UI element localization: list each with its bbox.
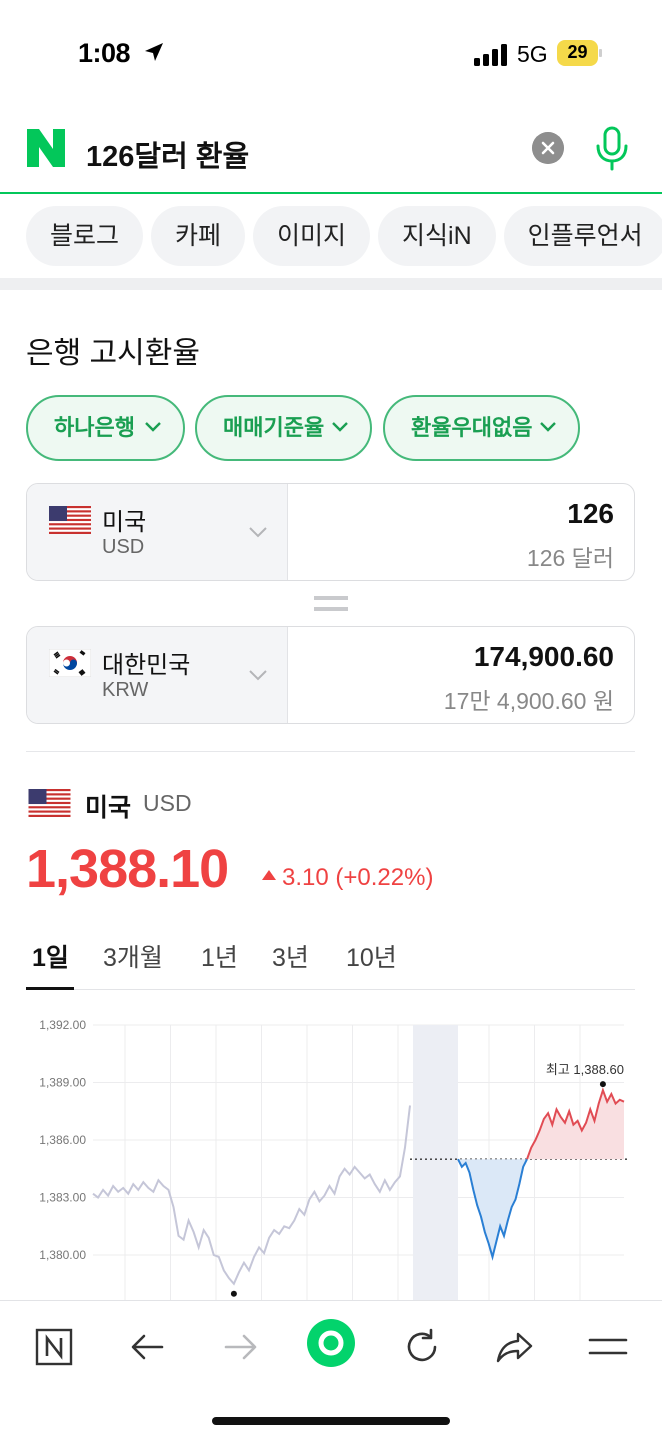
chevron-down-icon [145,422,161,432]
chart-y-tick-label: 1,380.00 [39,1248,86,1262]
clear-search-icon[interactable] [532,132,564,164]
chart-y-tick-label: 1,383.00 [39,1191,86,1205]
forward-arrow-icon[interactable] [218,1325,262,1369]
converter-to-row: 대한민국 KRW 174,900.60 17만 4,900.60 원 [26,626,635,724]
menu-icon[interactable] [586,1325,630,1369]
naver-home-icon[interactable] [32,1325,76,1369]
us-flag-icon [49,506,91,534]
chart-high-label: 최고 1,388.60 [546,1062,624,1077]
search-bar: 126달러 환율 [0,108,662,194]
chart-svg: 1,392.00 1,389.00 1,386.00 1,383.00 1,380.00… [39,1018,630,1300]
rate-currency-code: USD [143,790,192,816]
tab-10y[interactable]: 10년 [346,938,397,974]
to-currency-code: KRW [102,679,149,701]
rate-country-name: 미국 [85,794,132,822]
rate-type-filter-label: 매매기준율 [223,415,325,440]
chart-y-tick-label: 1,386.00 [39,1133,86,1147]
chart-series-line-gray [92,1105,411,1286]
up-triangle-icon [262,870,276,880]
preferential-rate-filter-dropdown[interactable]: 환율우대없음 [383,395,580,461]
reload-icon[interactable] [400,1325,444,1369]
from-amount-input[interactable]: 126 [567,498,614,530]
chip-kin[interactable]: 지식iN [378,206,496,266]
chip-blog[interactable]: 블로그 [26,206,144,266]
preferential-rate-filter-label: 환율우대없음 [411,415,533,440]
active-tab-indicator [26,987,74,990]
to-amount-value[interactable]: 174,900.60 [474,641,614,673]
green-dot-icon[interactable] [305,1317,357,1369]
cellular-signal-icon [474,44,507,66]
tab-1d[interactable]: 1일 [32,938,69,974]
bottom-toolbar [0,1300,662,1440]
battery-icon: 29 [557,40,603,66]
chevron-down-icon [332,422,348,432]
chart-y-tick-label: 1,392.00 [39,1018,86,1032]
chevron-down-icon [249,527,267,538]
chart-low-marker [230,1290,237,1297]
status-bar: 1:08 5G 29 [0,0,662,100]
bank-filter-dropdown[interactable]: 하나은행 [26,395,185,461]
rate-type-filter-dropdown[interactable]: 매매기준율 [195,395,372,461]
bank-filter-label: 하나은행 [54,415,135,440]
tab-1y[interactable]: 1년 [201,938,238,974]
chart-area-below-baseline [458,1159,527,1257]
chip-influencer[interactable]: 인플루언서 [503,206,662,266]
us-flag-icon [28,789,71,817]
tab-3m[interactable]: 3개월 [103,938,163,974]
naver-logo-icon[interactable] [26,128,66,168]
back-arrow-icon[interactable] [126,1325,170,1369]
network-type: 5G [517,41,548,67]
tab-3y[interactable]: 3년 [272,938,309,974]
from-amount-words: 126 달러 [526,545,614,571]
to-amount-words: 17만 4,900.60 원 [443,688,614,714]
from-country-name: 미국 [102,509,147,536]
from-currency-code: USD [102,536,145,558]
microphone-icon[interactable] [594,126,630,172]
exchange-rate-value: 1,388.10 [26,839,229,899]
share-icon[interactable] [492,1325,536,1369]
period-tabs: 1일 3개월 1년 3년 10년 [26,932,635,990]
to-currency-select[interactable]: 대한민국 KRW [27,627,288,723]
chevron-down-icon [249,670,267,681]
status-time: 1:08 [78,38,131,68]
location-arrow-icon [145,43,163,61]
section-title: 은행 고시환율 [26,337,200,370]
section-separator [0,278,662,290]
from-currency-select[interactable]: 미국 USD [27,484,288,580]
exchange-rate-chart: 1,392.00 1,389.00 1,386.00 1,383.00 1,380.00… [0,1000,662,1300]
exchange-rate-change: 3.10 (+0.22%) [282,864,434,891]
chart-market-closed-band [413,1025,458,1300]
to-country-name: 대한민국 [102,652,191,679]
divider [26,751,635,752]
home-indicator [212,1417,450,1425]
search-query[interactable]: 126달러 환율 [86,133,249,175]
kr-flag-icon [49,649,91,677]
chip-image[interactable]: 이미지 [253,206,371,266]
chip-cafe[interactable]: 카페 [151,206,246,266]
chart-y-tick-label: 1,389.00 [39,1076,86,1090]
chevron-down-icon [540,422,556,432]
battery-level: 29 [567,42,588,62]
search-category-chips: 블로그 카페 이미지 지식iN 인플루언서 [26,206,662,266]
equals-icon [314,596,348,611]
chart-high-marker [599,1081,606,1088]
converter-from-row: 미국 USD 126 126 달러 [26,483,635,581]
